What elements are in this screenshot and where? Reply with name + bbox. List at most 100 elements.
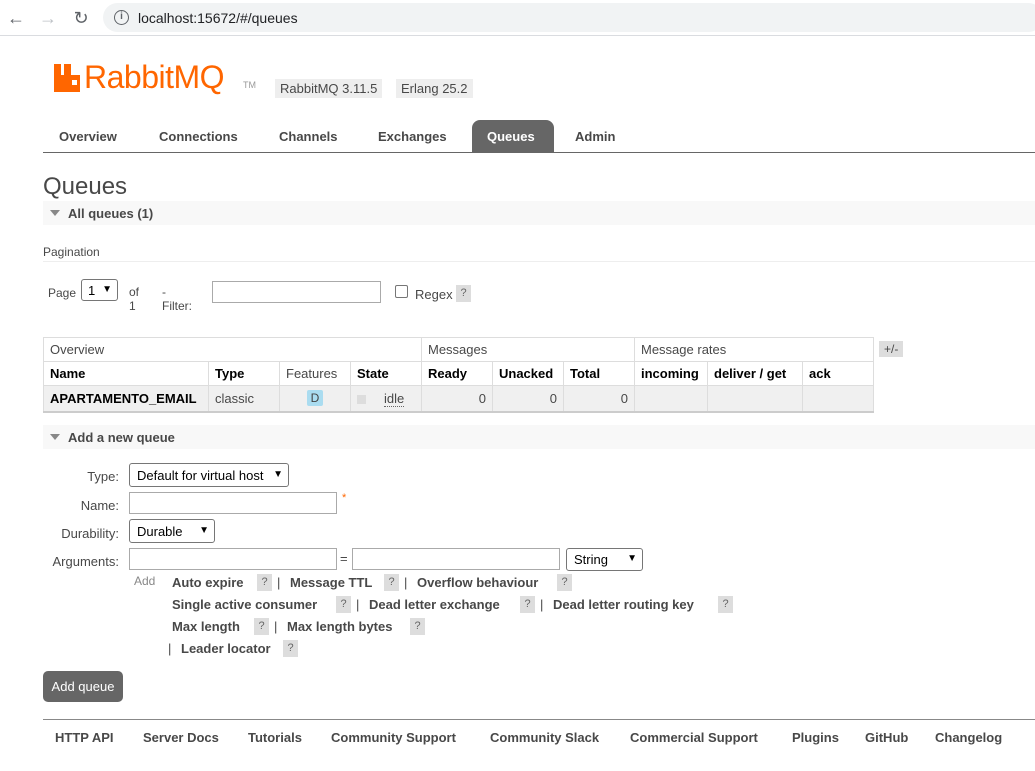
address-url[interactable]: localhost:15672/#/queues [138,10,298,26]
help-icon[interactable]: ? [718,596,733,613]
chevron-down-icon: ▼ [102,284,112,295]
forward-arrow-icon[interactable]: → [38,8,58,28]
tab-connections[interactable]: Connections [144,120,253,152]
pagination-heading: Pagination [43,245,100,259]
argument-value-input[interactable] [352,548,560,570]
arg-link-message-ttl[interactable]: Message TTL [290,575,372,590]
tab-channels[interactable]: Channels [264,120,353,152]
help-icon[interactable]: ? [254,618,269,635]
regex-label: Regex [415,287,453,302]
footer-link-plugins[interactable]: Plugins [792,730,839,745]
main-nav-tabs: Overview Connections Channels Exchanges … [43,120,1035,153]
argument-equals-sign: = [340,551,348,566]
arg-link-dead-letter-exchange[interactable]: Dead letter exchange [369,597,500,612]
chevron-down-icon: ▼ [199,525,209,536]
durability-label: Durability: [61,526,119,541]
regex-help-icon[interactable]: ? [456,285,471,302]
footer-link-github[interactable]: GitHub [865,730,908,745]
footer-link-commercial-support[interactable]: Commercial Support [630,730,758,745]
rabbitmq-logo-icon [54,64,80,92]
column-header-deliver-get[interactable]: deliver / get [707,361,803,386]
queue-ack-rate [802,385,874,413]
all-queues-section-toggle[interactable]: All queues (1) [43,201,1035,225]
all-queues-heading: All queues (1) [68,206,154,221]
page-select[interactable]: 1 ▼ [81,279,118,301]
info-icon[interactable]: i [114,10,129,25]
add-queue-section-toggle[interactable]: Add a new queue [43,425,1035,449]
footer-link-changelog[interactable]: Changelog [935,730,1002,745]
queue-incoming-rate [634,385,708,413]
help-icon[interactable]: ? [283,640,298,657]
link-separator: | [274,619,278,634]
page-title: Queues [43,173,128,200]
column-header-total[interactable]: Total [563,361,635,386]
column-header-ack[interactable]: ack [802,361,874,386]
column-header-name[interactable]: Name [43,361,209,386]
queue-name-link[interactable]: APARTAMENTO_EMAIL [43,385,209,413]
queue-unacked: 0 [492,385,564,413]
footer-link-server-docs[interactable]: Server Docs [143,730,219,745]
arg-link-max-length[interactable]: Max length [172,619,240,634]
back-arrow-icon[interactable]: ← [6,8,26,28]
durable-feature-badge: D [306,390,324,407]
footer-link-http-api[interactable]: HTTP API [55,730,114,745]
column-header-type[interactable]: Type [208,361,280,386]
arg-link-overflow-behaviour[interactable]: Overflow behaviour [417,575,538,590]
help-icon[interactable]: ? [336,596,351,613]
column-toggle-button[interactable]: +/- [879,341,904,357]
collapse-triangle-icon [50,434,60,440]
link-separator: | [540,597,544,612]
argument-type-value: String [574,552,608,567]
arg-link-auto-expire[interactable]: Auto expire [172,575,244,590]
chevron-down-icon: ▼ [273,469,283,480]
column-header-unacked[interactable]: Unacked [492,361,564,386]
page-of-label: of 1 [129,285,140,313]
page-select-value: 1 [88,283,96,298]
table-row[interactable]: APARTAMENTO_EMAIL classic D idle 0 0 0 [43,385,874,413]
queue-total: 0 [563,385,635,413]
link-separator: | [356,597,360,612]
column-header-incoming[interactable]: incoming [634,361,708,386]
arguments-label: Arguments: [52,554,119,569]
arg-link-single-active-consumer[interactable]: Single active consumer [172,597,317,612]
tab-overview[interactable]: Overview [44,120,132,152]
footer-link-community-slack[interactable]: Community Slack [490,730,599,745]
column-header-features[interactable]: Features [279,361,351,386]
regex-checkbox[interactable] [395,285,408,298]
help-icon[interactable]: ? [257,574,272,591]
arg-link-leader-locator[interactable]: Leader locator [181,641,271,656]
footer-link-tutorials[interactable]: Tutorials [248,730,302,745]
queue-type: classic [208,385,280,413]
arg-link-dead-letter-routing-key[interactable]: Dead letter routing key [553,597,694,612]
queue-features-cell: D [279,385,351,413]
help-icon[interactable]: ? [410,618,425,635]
footer-divider [43,719,1035,720]
help-icon[interactable]: ? [557,574,572,591]
address-bar[interactable]: i localhost:15672/#/queues [103,3,1035,32]
help-icon[interactable]: ? [520,596,535,613]
tab-queues[interactable]: Queues [472,120,554,152]
add-argument-label: Add [134,574,156,588]
rabbitmq-version-badge: RabbitMQ 3.11.5 [275,79,383,98]
filter-input[interactable] [212,281,381,303]
tab-exchanges[interactable]: Exchanges [363,120,462,152]
filter-label: - Filter: [162,285,192,313]
column-header-state[interactable]: State [350,361,422,386]
add-queue-button[interactable]: Add queue [43,671,123,702]
collapse-triangle-icon [50,210,60,216]
group-header-message-rates: Message rates [634,337,874,362]
argument-type-select[interactable]: String ▼ [566,548,643,571]
queues-table: Overview Messages Message rates Name Typ… [43,337,874,413]
help-icon[interactable]: ? [384,574,399,591]
queue-name-input[interactable] [129,492,337,514]
tab-admin[interactable]: Admin [560,120,630,152]
argument-key-input[interactable] [129,548,337,570]
footer-link-community-support[interactable]: Community Support [331,730,456,745]
column-header-ready[interactable]: Ready [421,361,493,386]
link-separator: | [404,575,408,590]
queue-type-select[interactable]: Default for virtual host ▼ [129,463,289,487]
arg-link-max-length-bytes[interactable]: Max length bytes [287,619,392,634]
browser-toolbar: ← → ↻ i localhost:15672/#/queues [0,0,1035,36]
durability-select[interactable]: Durable ▼ [129,519,215,543]
reload-icon[interactable]: ↻ [71,8,91,28]
